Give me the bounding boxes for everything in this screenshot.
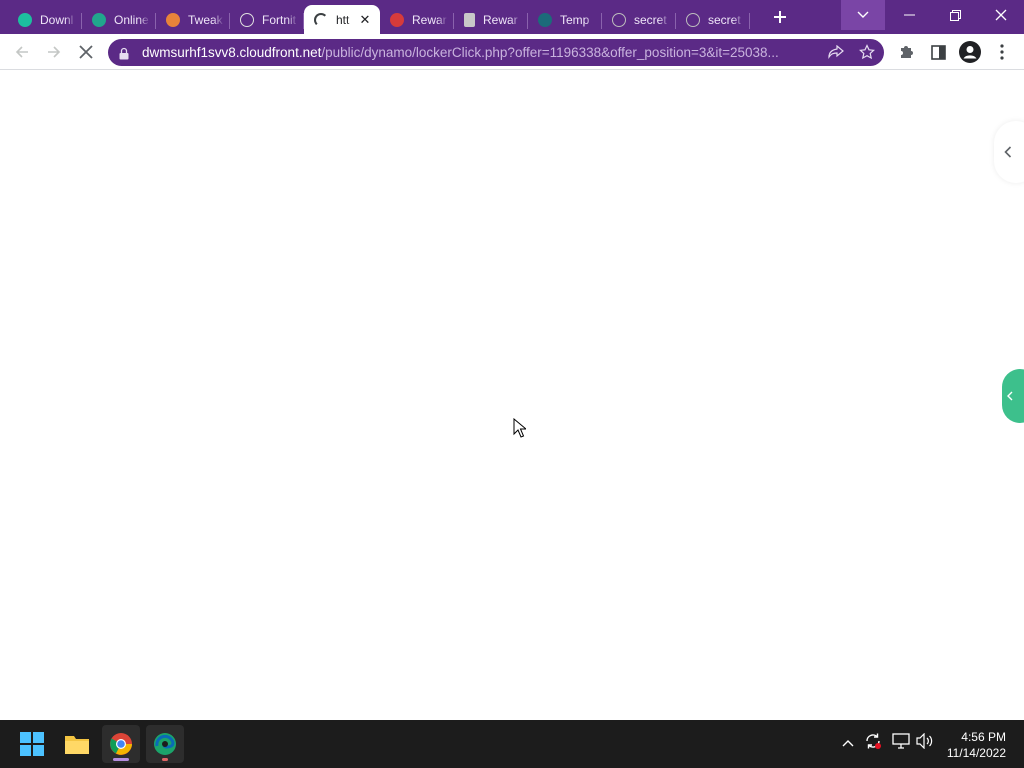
tab-title: Tweak [188, 12, 223, 27]
lock-icon [119, 47, 129, 59]
tab-title: Online [114, 12, 149, 27]
puzzle-icon [901, 46, 913, 58]
stop-loading-button[interactable] [72, 38, 100, 66]
active-indicator [113, 758, 129, 761]
side-panel-icon [930, 44, 946, 60]
profile-button[interactable] [956, 38, 984, 66]
address-bar[interactable]: dwmsurhf1svv8.cloudfront.net/public/dyna… [108, 39, 884, 66]
share-button[interactable] [828, 44, 844, 65]
teal-circle-icon [538, 12, 552, 27]
minimize-icon [903, 14, 915, 16]
arrow-left-icon [15, 46, 28, 58]
back-button[interactable] [8, 38, 36, 66]
side-drawer-toggle[interactable] [994, 121, 1024, 183]
start-button[interactable] [13, 725, 51, 763]
tab[interactable]: Tweak [156, 5, 230, 34]
avatar-icon [959, 41, 981, 63]
restore-icon [949, 9, 961, 21]
globe-icon [686, 12, 700, 27]
bookmark-star-button[interactable] [859, 44, 875, 65]
sync-tray-button[interactable] [864, 732, 882, 753]
plus-icon [774, 11, 786, 23]
system-clock[interactable]: 4:56 PM 11/14/2022 [947, 729, 1006, 761]
minimize-button[interactable] [886, 0, 932, 30]
red-bell-icon [390, 12, 404, 27]
chrome-icon [110, 733, 132, 755]
tweak-icon [166, 12, 180, 27]
tab-title: Fortnit [262, 12, 297, 27]
globe-icon [240, 12, 254, 27]
globe-icon [612, 12, 626, 27]
clock-time: 4:56 PM [961, 730, 1006, 744]
restore-button[interactable] [932, 0, 978, 30]
tab-title: htt [336, 12, 350, 27]
tab-title: Rewar [412, 12, 447, 27]
tab-separator [749, 13, 750, 29]
tab-active[interactable]: htt ✕ [304, 5, 380, 34]
tab[interactable]: Downl [8, 5, 82, 34]
tab-search-button[interactable] [841, 0, 885, 30]
network-tray-button[interactable] [892, 733, 910, 752]
mouse-cursor-icon [513, 417, 528, 443]
chevron-down-icon [857, 11, 869, 18]
tab[interactable]: Rewar [380, 5, 454, 34]
close-tab-icon[interactable]: ✕ [358, 12, 372, 27]
forward-button[interactable] [40, 38, 68, 66]
page-content [0, 71, 1024, 720]
windows-taskbar: 4:56 PM 11/14/2022 [0, 720, 1024, 768]
tab[interactable]: Temp [528, 5, 602, 34]
green-circle-icon [92, 12, 106, 27]
tab-title: Rewar [483, 12, 518, 27]
tab[interactable]: Rewar [454, 5, 528, 34]
side-panel-button[interactable] [924, 38, 952, 66]
volume-tray-button[interactable] [916, 732, 934, 752]
sync-icon [866, 733, 881, 749]
kebab-menu-icon [1000, 44, 1004, 60]
speaker-icon [916, 732, 933, 750]
running-indicator [162, 758, 168, 761]
windows-logo-icon [20, 732, 44, 756]
tab[interactable]: Online [82, 5, 156, 34]
browser-toolbar: dwmsurhf1svv8.cloudfront.net/public/dyna… [0, 34, 1024, 70]
tab-title: Downl [40, 12, 74, 27]
tab-title: Temp [560, 12, 590, 27]
document-icon [464, 12, 475, 27]
tab-title: secret [634, 12, 667, 27]
chevron-left-icon [1007, 391, 1013, 401]
chevron-up-icon [842, 740, 854, 747]
arrow-right-icon [48, 46, 61, 58]
tab-title: secret [708, 12, 741, 27]
url-text[interactable]: dwmsurhf1svv8.cloudfront.net/public/dyna… [142, 45, 802, 60]
chevron-left-icon [1004, 146, 1012, 158]
extensions-button[interactable] [892, 38, 920, 66]
new-tab-button[interactable] [766, 3, 794, 31]
share-icon [828, 44, 844, 59]
edge-icon [154, 733, 176, 755]
tab[interactable]: Fortnit [230, 5, 304, 34]
show-hidden-icons-button[interactable] [842, 734, 854, 750]
close-window-button[interactable] [978, 0, 1024, 30]
clock-date: 11/14/2022 [946, 746, 1006, 760]
menu-button[interactable] [988, 38, 1016, 66]
file-explorer-button[interactable] [58, 725, 96, 763]
edge-taskbar-button[interactable] [146, 725, 184, 763]
url-host: dwmsurhf1svv8.cloudfront.net [142, 45, 322, 60]
url-path: /public/dynamo/lockerClick.php?offer=119… [321, 45, 779, 60]
tab[interactable]: secret [602, 5, 676, 34]
folder-icon [65, 736, 89, 754]
side-widget-toggle[interactable] [1002, 369, 1024, 423]
chrome-taskbar-button[interactable] [102, 725, 140, 763]
star-icon [859, 44, 875, 60]
gem-icon [18, 12, 32, 27]
network-icon [892, 733, 910, 749]
tab[interactable]: secret [676, 5, 750, 34]
loading-spinner-icon [314, 12, 328, 27]
close-icon [995, 9, 1007, 21]
stop-icon [79, 45, 93, 59]
